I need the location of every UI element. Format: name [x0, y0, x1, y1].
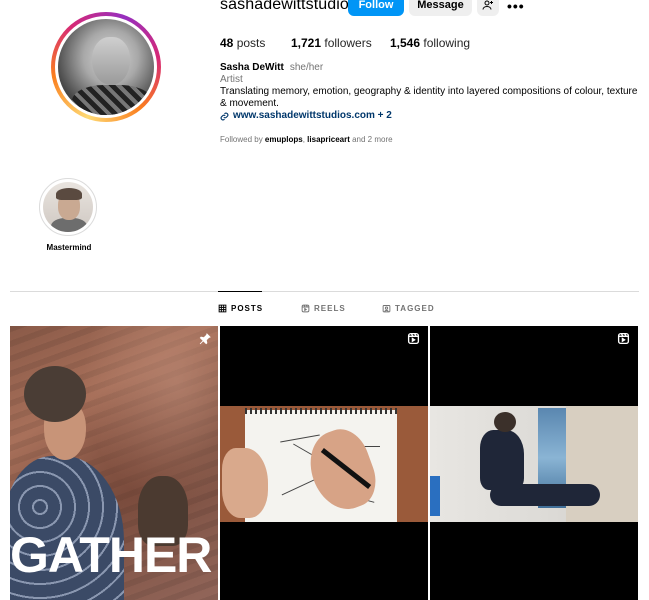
- full-name: Sasha DeWitt: [220, 62, 284, 73]
- username: sashadewittstudios: [220, 0, 357, 13]
- following-link[interactable]: 1,546 following: [390, 36, 470, 50]
- add-user-icon: [482, 0, 493, 10]
- tabs-divider: [10, 291, 639, 292]
- tab-tagged[interactable]: TAGGED: [382, 304, 435, 313]
- post-tile[interactable]: [220, 326, 428, 600]
- tagged-icon: [382, 305, 391, 313]
- tab-posts[interactable]: POSTS: [218, 304, 263, 313]
- link-icon: [220, 112, 229, 120]
- followers-link[interactable]: 1,721 followers: [291, 36, 372, 50]
- active-tab-indicator: [218, 291, 262, 292]
- category-label: Artist: [220, 74, 243, 85]
- bio-text: Translating memory, emotion, geography &…: [220, 86, 638, 109]
- bio-section: Sasha DeWitt she/her Artist Translating m…: [220, 62, 640, 122]
- reel-icon: [407, 332, 420, 345]
- avatar-photo: [58, 19, 154, 115]
- post-tile[interactable]: GATHER: [10, 326, 218, 600]
- suggested-users-button[interactable]: [477, 0, 499, 16]
- follow-button[interactable]: Follow: [348, 0, 404, 16]
- posts-count: 48 posts: [220, 36, 266, 50]
- reels-icon: [301, 304, 310, 313]
- tab-reels[interactable]: REELS: [301, 304, 346, 313]
- post-tile[interactable]: [430, 326, 638, 600]
- more-options-icon[interactable]: •••: [507, 0, 525, 14]
- profile-avatar[interactable]: [51, 12, 161, 122]
- grid-icon: [218, 304, 227, 313]
- pronouns: she/her: [289, 62, 324, 73]
- pin-icon: [199, 333, 211, 345]
- external-link[interactable]: www.sashadewittstudios.com + 2: [220, 110, 640, 122]
- story-highlight[interactable]: Mastermind: [39, 178, 99, 252]
- followed-by[interactable]: Followed by emuplops, lisapriceart and 2…: [220, 135, 393, 144]
- post-overlay-text: GATHER: [10, 527, 212, 583]
- reel-icon: [617, 332, 630, 345]
- highlight-cover: [43, 182, 93, 232]
- message-button[interactable]: Message: [409, 0, 472, 16]
- highlight-label: Mastermind: [46, 243, 92, 252]
